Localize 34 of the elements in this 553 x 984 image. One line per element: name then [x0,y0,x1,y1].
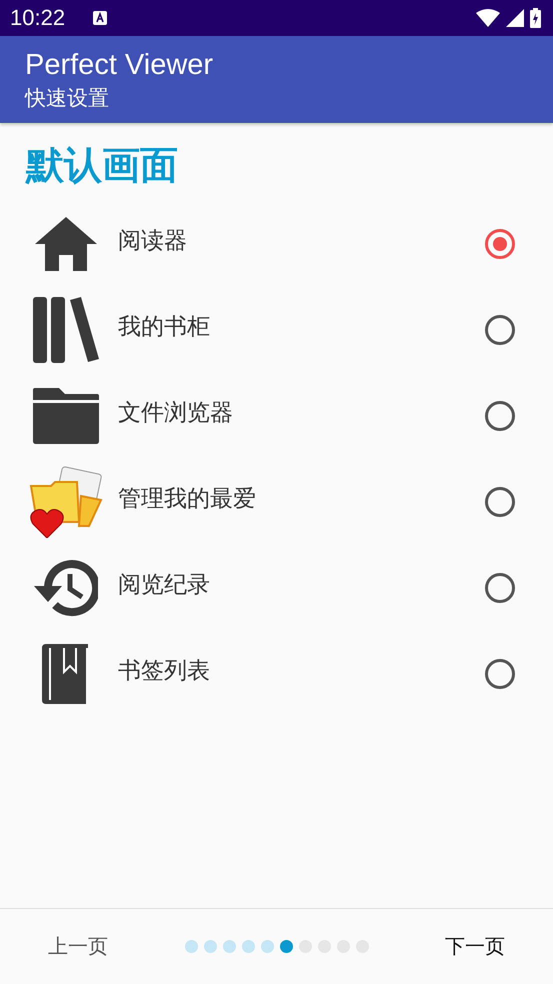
radio-button[interactable] [485,401,515,431]
option-row[interactable]: 阅览纪录 [26,545,553,631]
bookmark-book-icon [42,644,90,704]
section-title: 默认画面 [26,142,179,189]
option-label: 书签列表 [118,656,211,686]
radio-button[interactable] [485,487,515,517]
next-page-button[interactable]: 下一页 [433,925,517,968]
option-row[interactable]: 文件浏览器 [26,373,553,459]
home-icon [35,217,97,271]
keyboard-notification-icon [93,11,108,25]
radio-button[interactable] [485,229,515,259]
battery-icon [530,8,541,28]
previous-page-button[interactable]: 上一页 [36,925,120,968]
option-row[interactable]: 阅读器 [26,201,553,287]
app-title: Perfect Viewer [25,48,214,82]
option-label: 我的书柜 [118,312,211,342]
option-row[interactable]: 我的书柜 [26,287,553,373]
option-label: 阅读器 [118,226,188,256]
option-label: 阅览纪录 [118,570,211,600]
radio-button[interactable] [485,659,515,689]
history-icon [34,558,98,618]
radio-button[interactable] [485,315,515,345]
signal-icon [506,9,524,27]
radio-button[interactable] [485,573,515,603]
option-row[interactable]: 管理我的最爱 [26,459,553,545]
option-label: 管理我的最爱 [118,484,257,514]
app-subtitle: 快速设置 [25,85,110,112]
option-row[interactable]: 书签列表 [26,631,553,717]
favorite-folder-icon [29,466,103,538]
folder-icon [33,388,99,444]
books-icon [33,297,99,363]
wifi-icon [476,9,500,27]
option-label: 文件浏览器 [118,398,234,428]
clock: 10:22 [10,5,66,31]
